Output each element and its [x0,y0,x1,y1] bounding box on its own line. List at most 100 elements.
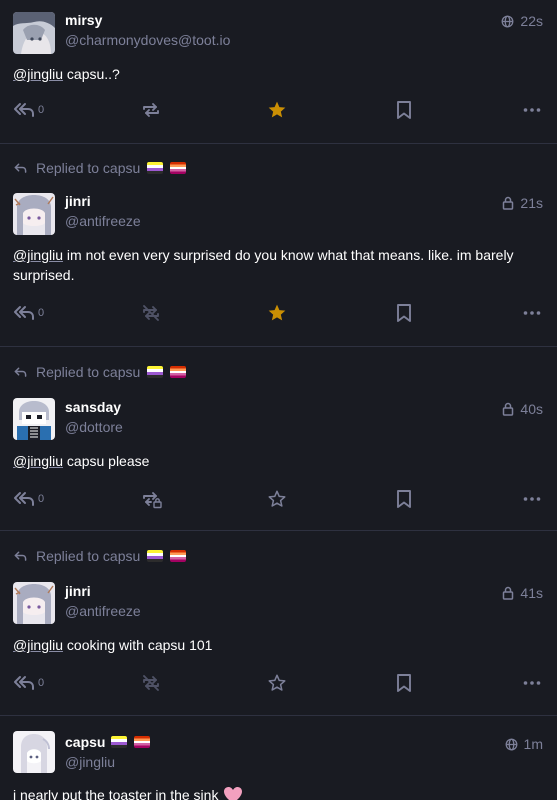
favourite-button[interactable] [267,487,287,511]
display-name[interactable]: mirsy [65,12,102,28]
more-options-button[interactable] [523,98,541,122]
globe-icon [501,15,514,27]
bookmark-icon [397,674,411,692]
reply-all-icon [14,492,34,506]
replied-to-line[interactable]: Replied to capsu [14,548,187,564]
timestamp-text: 40s [520,401,543,417]
replied-to-text: Replied to capsu [36,548,141,564]
timestamp-text: 41s [520,585,543,601]
status-text: cooking with capsu 101 [63,637,213,653]
reply-icon [14,163,27,173]
mention-link[interactable]: @jingliu [13,66,63,82]
avatar[interactable] [13,12,55,54]
timestamp[interactable]: 40s [502,401,543,417]
boost-button[interactable] [141,98,161,122]
action-bar: 0 [13,301,543,325]
account-handle[interactable]: @antifreeze [65,603,141,619]
ellipsis-icon [523,108,541,112]
replied-to-line[interactable]: Replied to capsu [14,160,187,176]
avatar[interactable] [13,582,55,624]
reply-icon [14,367,27,377]
account-handle[interactable]: @antifreeze [65,213,141,229]
lesbian-flag-emoji [170,366,187,378]
nonbinary-flag-emoji [147,366,164,378]
status-card[interactable]: capsu @jingliu 1m i nearly put the toast… [0,716,557,800]
bookmark-button[interactable] [395,301,413,325]
status-card[interactable]: Replied to capsu jinri @antifreeze 41s @… [0,531,557,716]
star-icon [268,674,286,691]
bookmark-button[interactable] [395,98,413,122]
favourite-button[interactable] [267,98,287,122]
timestamp[interactable]: 22s [501,13,543,29]
bookmark-icon [397,304,411,322]
reply-all-icon [14,306,34,320]
bookmark-button[interactable] [395,671,413,695]
mention-link[interactable]: @jingliu [13,637,63,653]
status-content: @jingliu capsu please [13,451,517,471]
timestamp[interactable]: 41s [502,585,543,601]
timestamp[interactable]: 1m [505,736,543,752]
account-handle[interactable]: @charmonydoves@toot.io [65,32,230,48]
account-handle[interactable]: @jingliu [65,754,115,770]
display-name[interactable]: capsu [65,734,151,750]
boost-lock-icon [143,492,162,509]
nonbinary-flag-emoji [147,550,164,562]
boost-button[interactable] [141,487,163,511]
avatar[interactable] [13,398,55,440]
nonbinary-flag-emoji [147,162,164,174]
favourite-button[interactable] [267,671,287,695]
globe-icon [505,738,517,750]
ellipsis-icon [523,681,541,685]
more-options-button[interactable] [523,487,541,511]
status-card[interactable]: Replied to capsu sansday @dottore 40s @j… [0,347,557,531]
more-options-button[interactable] [523,671,541,695]
display-name-text: jinri [65,583,91,599]
pink-heart-emoji [224,787,243,800]
status-content: @jingliu capsu..? [13,64,517,84]
action-bar: 0 [13,671,543,695]
display-name[interactable]: jinri [65,583,91,599]
status-text: capsu..? [63,66,120,82]
favourite-button[interactable] [267,301,287,325]
status-text: im not even very surprised do you know w… [13,247,514,283]
status-content: i nearly put the toaster in the sink [13,785,517,800]
reply-button[interactable]: 0 [13,301,44,325]
star-filled-icon [268,101,286,118]
reply-icon [14,551,27,561]
account-handle[interactable]: @dottore [65,419,123,435]
mention-link[interactable]: @jingliu [13,247,63,263]
bookmark-icon [397,101,411,119]
boost-button [141,301,161,325]
timestamp-text: 21s [520,195,543,211]
bookmark-button[interactable] [395,487,413,511]
avatar[interactable] [13,193,55,235]
mention-link[interactable]: @jingliu [13,453,63,469]
lesbian-flag-emoji [134,736,151,748]
ellipsis-icon [523,497,541,501]
display-name-text: jinri [65,193,91,209]
status-content: @jingliu cooking with capsu 101 [13,635,517,655]
reply-button[interactable]: 0 [13,671,44,695]
status-content: @jingliu im not even very surprised do y… [13,245,517,285]
reply-button[interactable]: 0 [13,487,44,511]
reply-all-icon [14,676,34,690]
boost-icon [143,103,159,117]
boost-button [141,671,161,695]
display-name[interactable]: sansday [65,399,121,415]
reply-all-icon [14,103,34,117]
nonbinary-flag-emoji [111,736,128,748]
lock-icon [503,196,514,210]
reply-button[interactable]: 0 [13,98,44,122]
more-options-button[interactable] [523,301,541,325]
reply-count: 0 [38,307,45,319]
timestamp[interactable]: 21s [502,195,543,211]
star-filled-icon [268,304,286,321]
status-card[interactable]: Replied to capsu jinri @antifreeze 21s @… [0,144,557,347]
replied-to-line[interactable]: Replied to capsu [14,364,187,380]
avatar[interactable] [13,731,55,773]
lock-icon [503,402,514,416]
display-name[interactable]: jinri [65,193,91,209]
status-card[interactable]: mirsy @charmonydoves@toot.io 22s @jingli… [0,0,557,144]
boost-disabled-icon [143,675,159,691]
display-name-text: sansday [65,399,122,415]
